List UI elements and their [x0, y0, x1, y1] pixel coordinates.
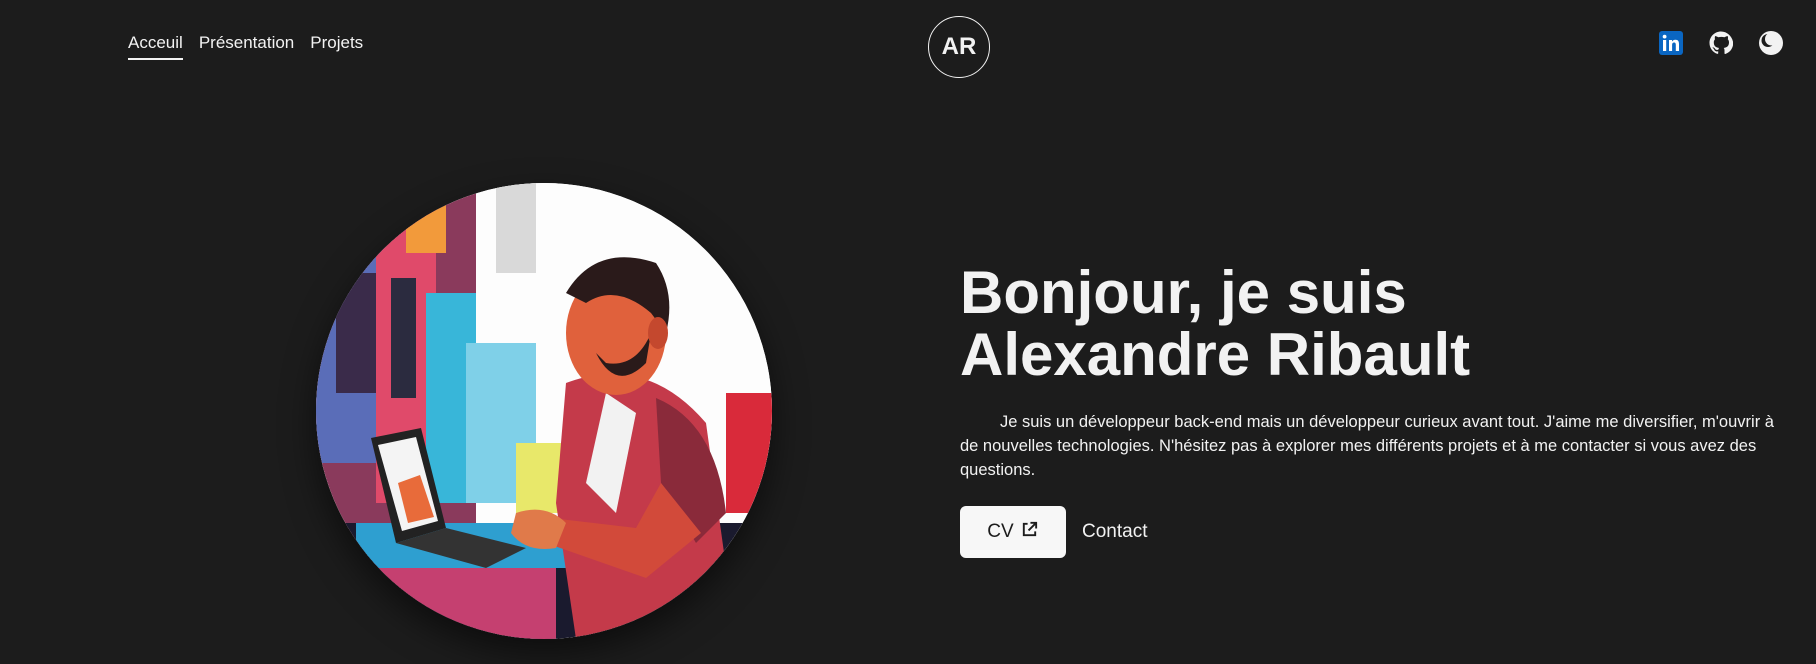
hero-description: Je suis un développeur back-end mais un … [960, 413, 1774, 479]
logo-initials[interactable]: AR [928, 16, 990, 78]
main-nav: Acceuil Présentation Projets [128, 32, 363, 60]
hero-title-line1: Bonjour, je suis [960, 259, 1407, 326]
github-icon[interactable] [1708, 30, 1734, 56]
nav-link-acceuil[interactable]: Acceuil [128, 32, 183, 60]
contact-link[interactable]: Contact [1082, 521, 1147, 543]
external-link-icon [1020, 520, 1039, 545]
nav-link-presentation[interactable]: Présentation [199, 32, 294, 60]
profile-illustration [316, 183, 772, 639]
linkedin-icon[interactable] [1658, 30, 1684, 56]
hero-title-line2: Alexandre Ribault [960, 321, 1471, 388]
page: Acceuil Présentation Projets AR Bonjour,… [0, 0, 1816, 664]
social-links [1658, 30, 1784, 56]
nav-link-projets[interactable]: Projets [310, 32, 363, 60]
hero-actions: CV Contact [960, 506, 1794, 558]
cv-button[interactable]: CV [960, 506, 1066, 558]
hero-title: Bonjour, je suis Alexandre Ribault [960, 262, 1794, 386]
hero-section: Bonjour, je suis Alexandre Ribault Je su… [960, 262, 1794, 558]
moon-icon[interactable] [1758, 30, 1784, 56]
cv-button-label: CV [987, 521, 1014, 542]
